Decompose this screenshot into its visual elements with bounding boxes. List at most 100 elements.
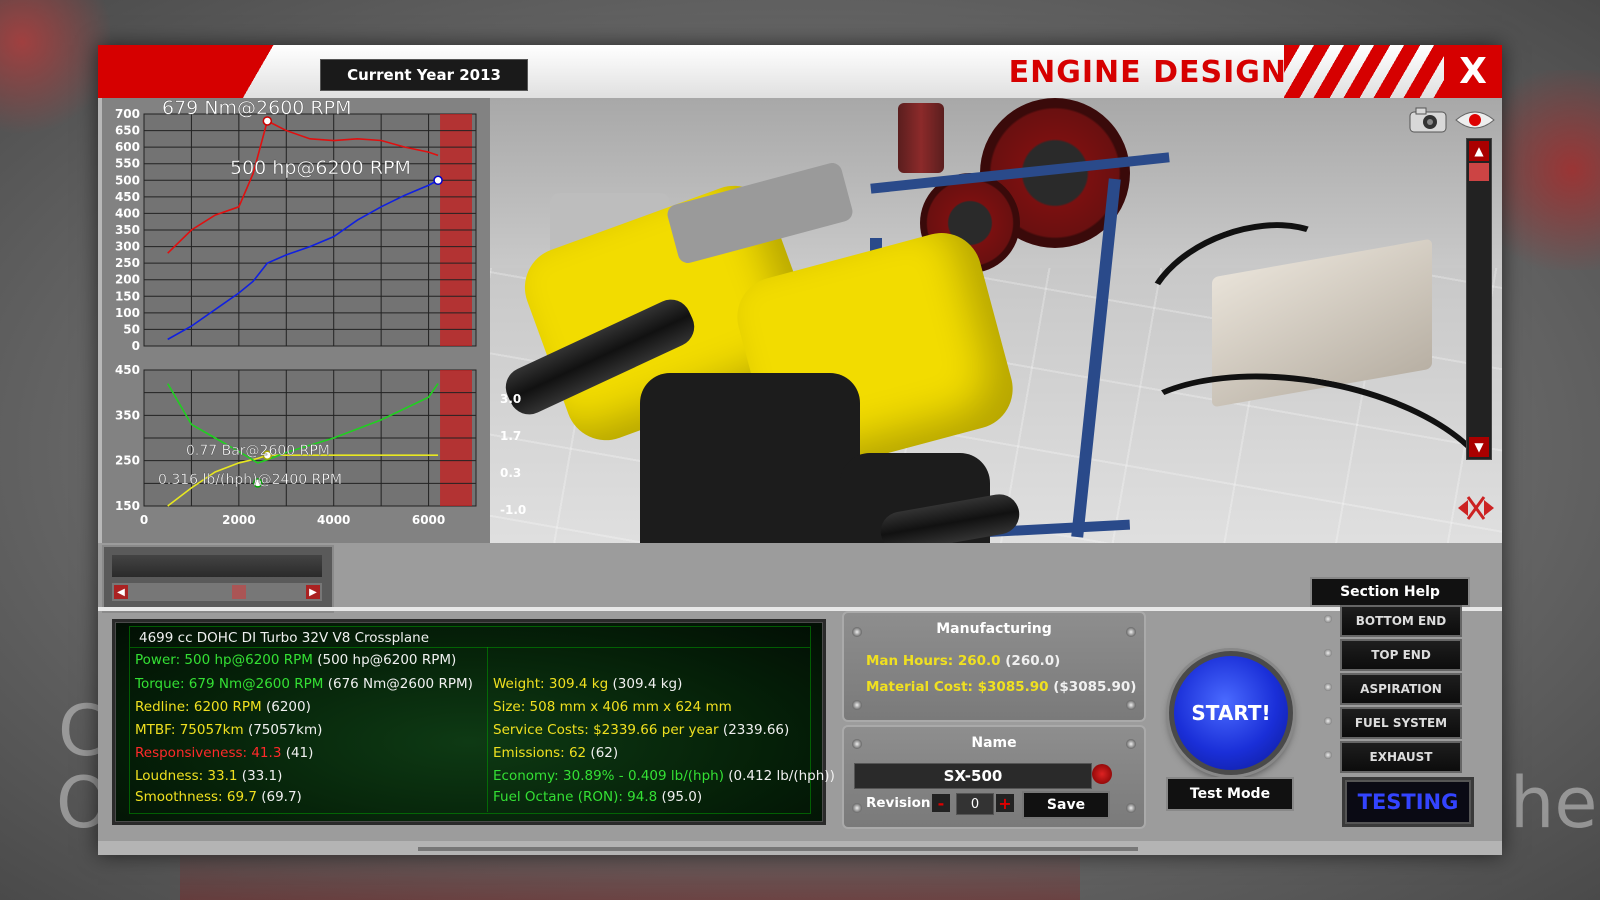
- stat-economy-extra: (0.412 lb/(hph)): [728, 768, 835, 784]
- stat-redline-extra: (6200): [265, 699, 311, 715]
- stat-economy-value: Economy: 30.89% - 0.409 lb/(hph): [493, 768, 724, 784]
- nav-dot: [1324, 717, 1332, 725]
- stat-smoothness: Smoothness: 69.7 (69.7): [135, 789, 302, 805]
- stat-mtbf-extra: (75057km): [247, 722, 323, 738]
- x-tick-label: 4000: [317, 513, 350, 527]
- stat-size: Size: 508 mm x 406 mm x 624 mm: [493, 699, 732, 715]
- stat-redline-value: Redline: 6200 RPM: [135, 699, 262, 715]
- material-cost: Material Cost: $3085.90 ($3085.90): [866, 679, 1136, 695]
- rivet: [1126, 700, 1136, 710]
- y-tick-label: 250: [115, 256, 140, 270]
- torque-peak-label: 679 Nm@2600 RPM: [162, 98, 351, 119]
- nav-dot: [1324, 683, 1332, 691]
- y-tick-label: 250: [115, 454, 140, 468]
- stat-power-value: Power: 500 hp@6200 RPM: [135, 652, 313, 668]
- boost-peak-label: 0.77 Bar@2600 RPM: [186, 443, 330, 459]
- nav-dot: [1324, 751, 1332, 759]
- nav-fuel-system[interactable]: FUEL SYSTEM: [1340, 707, 1462, 739]
- stat-loudness-extra: (33.1): [241, 768, 283, 784]
- move-camera-icon[interactable]: [1456, 493, 1496, 523]
- material-cost-value: Material Cost: $3085.90: [866, 679, 1049, 695]
- manufacturing-panel: Manufacturing Man Hours: 260.0 (260.0) M…: [842, 611, 1146, 722]
- rivet: [1126, 803, 1136, 813]
- y-tick-label: 450: [115, 363, 140, 377]
- slider-thumb[interactable]: [232, 585, 246, 599]
- eye-icon[interactable]: [1454, 106, 1496, 134]
- stat-weight: Weight: 309.4 kg (309.4 kg): [493, 676, 682, 692]
- nav-aspiration[interactable]: ASPIRATION: [1340, 673, 1462, 705]
- rivet: [852, 700, 862, 710]
- stat-loudness: Loudness: 33.1 (33.1): [135, 768, 282, 784]
- stat-octane-extra: (95.0): [661, 789, 703, 805]
- right-axis-tick-label: 1.7: [500, 429, 521, 443]
- stat-smoothness-value: Smoothness: 69.7: [135, 789, 257, 805]
- preview-slider[interactable]: ◀ ▶: [112, 583, 322, 601]
- preview-slot: [112, 555, 322, 577]
- stat-smoothness-extra: (69.7): [261, 789, 302, 805]
- y-tick-label: 150: [115, 289, 140, 303]
- stat-power-extra: (500 hp@6200 RPM): [317, 652, 457, 668]
- current-year-label: Current Year 2013: [320, 59, 528, 91]
- section-help-button[interactable]: Section Help: [1310, 577, 1470, 607]
- stat-mtbf: MTBF: 75057km (75057km): [135, 722, 322, 738]
- test-mode-button[interactable]: Test Mode: [1166, 777, 1294, 811]
- component-preview-panel: ◀ ▶: [102, 545, 334, 613]
- stat-responsiveness-extra: (41): [285, 745, 314, 761]
- section-nav: BOTTOM END TOP END ASPIRATION FUEL SYSTE…: [1322, 605, 1502, 845]
- y-tick-label: 500: [115, 173, 140, 187]
- stat-mtbf-value: MTBF: 75057km: [135, 722, 244, 738]
- clear-name-icon[interactable]: [1092, 764, 1112, 784]
- stat-torque-value: Torque: 679 Nm@2600 RPM: [135, 676, 324, 692]
- scroll-down-arrow-icon[interactable]: ▼: [1469, 437, 1489, 457]
- title-stripes: [1284, 45, 1444, 98]
- revision-increment-button[interactable]: +: [996, 794, 1014, 813]
- engine-stats-panel: 4699 cc DOHC DI Turbo 32V V8 Crossplane …: [112, 619, 835, 825]
- stats-divider: [130, 647, 810, 648]
- x-tick-label: 0: [140, 513, 148, 527]
- start-button[interactable]: START!: [1169, 651, 1293, 775]
- nav-testing[interactable]: TESTING: [1342, 777, 1474, 827]
- y-tick-label: 650: [115, 124, 140, 138]
- nav-bottom-end[interactable]: BOTTOM END: [1340, 605, 1462, 637]
- camera-zoom-scrollbar[interactable]: ▲ ▼: [1466, 138, 1492, 460]
- engine-model: [499, 160, 1023, 593]
- y-tick-label: 50: [123, 322, 140, 336]
- y-tick-label: 350: [115, 408, 140, 422]
- camera-icon[interactable]: [1408, 106, 1448, 134]
- stat-service-value: Service Costs: $2339.66 per year: [493, 722, 719, 738]
- material-cost-extra: ($3085.90): [1053, 679, 1137, 695]
- engine-name-input[interactable]: [854, 763, 1092, 789]
- stat-power: Power: 500 hp@6200 RPM (500 hp@6200 RPM): [135, 652, 456, 668]
- revision-decrement-button[interactable]: -: [932, 794, 950, 813]
- revision-value: 0: [956, 793, 994, 815]
- stat-service-extra: (2339.66): [722, 722, 790, 738]
- bsfc-min-label: 0.316 lb/(hph)@2400 RPM: [158, 472, 342, 488]
- title-bar: Current Year 2013 ENGINE DESIGN X: [98, 45, 1502, 98]
- scroll-thumb[interactable]: [1469, 163, 1489, 181]
- slider-left-arrow-icon[interactable]: ◀: [114, 585, 128, 599]
- stat-emissions-extra: (62): [590, 745, 619, 761]
- title-red-accent: [98, 45, 318, 98]
- nav-exhaust[interactable]: EXHAUST: [1340, 741, 1462, 773]
- y-tick-label: 150: [115, 499, 140, 513]
- stats-divider: [487, 647, 488, 812]
- stat-emissions: Emissions: 62 (62): [493, 745, 618, 761]
- stat-weight-extra: (309.4 kg): [612, 676, 683, 692]
- y-tick-label: 200: [115, 273, 140, 287]
- manufacturing-title: Manufacturing: [936, 621, 1052, 637]
- divider: [98, 607, 1502, 611]
- y-tick-label: 450: [115, 190, 140, 204]
- oil-drum: [898, 103, 944, 173]
- lower-panel: ◀ ▶ Section Help 4699 cc DOHC DI Turbo 3…: [98, 543, 1502, 855]
- scroll-up-arrow-icon[interactable]: ▲: [1469, 141, 1489, 161]
- revision-label: Revision: [866, 795, 931, 811]
- stat-fuel-octane: Fuel Octane (RON): 94.8 (95.0): [493, 789, 702, 805]
- engine-3d-viewport[interactable]: ▲ ▼: [490, 98, 1502, 593]
- save-button[interactable]: Save: [1022, 791, 1110, 819]
- nav-dot: [1324, 649, 1332, 657]
- slider-right-arrow-icon[interactable]: ▶: [306, 585, 320, 599]
- horizontal-scrollbar[interactable]: [418, 847, 1138, 851]
- power-peak-marker: [433, 175, 443, 186]
- close-button[interactable]: X: [1444, 45, 1502, 98]
- nav-top-end[interactable]: TOP END: [1340, 639, 1462, 671]
